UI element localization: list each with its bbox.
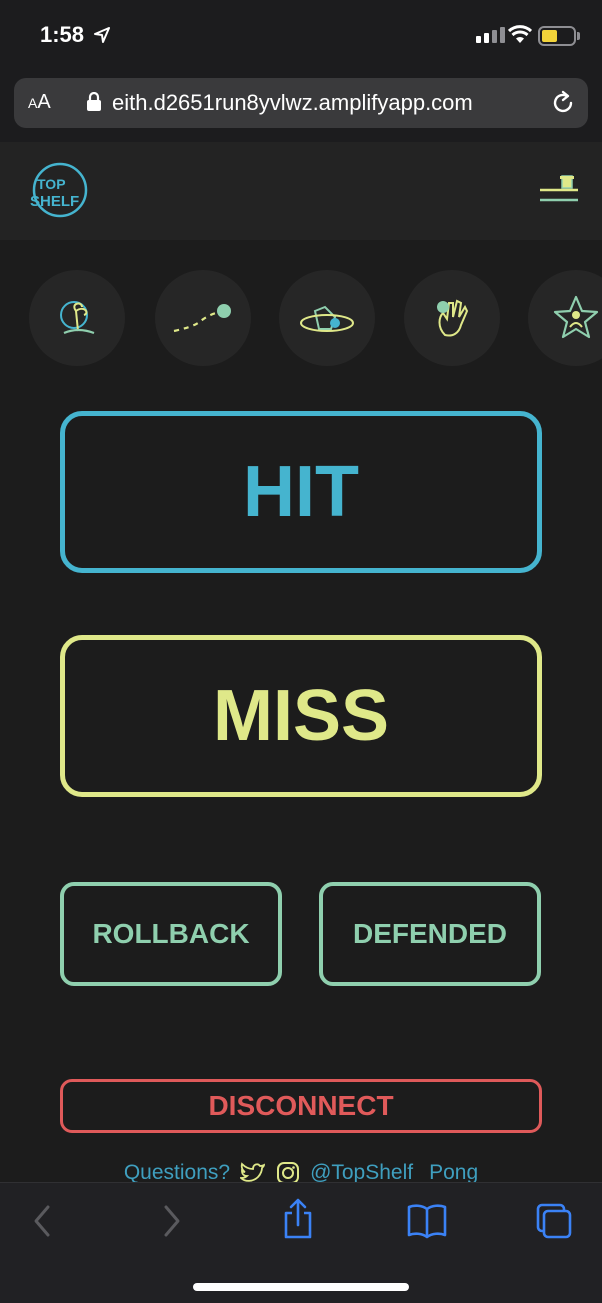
status-time: 1:58: [40, 22, 85, 47]
topshelf-logo[interactable]: TOP SHELF: [28, 160, 88, 220]
island-icon: [60, 301, 95, 335]
lock-icon: [87, 92, 101, 111]
wifi-icon: [508, 25, 532, 43]
bookmarks-icon[interactable]: [406, 1201, 448, 1241]
rollback-button[interactable]: ROLLBACK: [60, 882, 282, 986]
forward-chevron-icon[interactable]: [160, 1201, 184, 1241]
hand-mode-button[interactable]: [404, 270, 500, 366]
star-person-icon: [553, 295, 599, 339]
home-indicator[interactable]: [193, 1283, 409, 1291]
twitter-icon[interactable]: [240, 1162, 266, 1184]
tabs-icon[interactable]: [534, 1201, 574, 1241]
address-bar[interactable]: AA eith.d2651run8yvlwz.amplifyapp.com: [14, 78, 588, 128]
island-mode-button[interactable]: [29, 270, 125, 366]
ball-bounce-icon: [173, 304, 231, 333]
location-arrow-icon: [94, 27, 110, 43]
defended-button[interactable]: DEFENDED: [319, 882, 541, 986]
mode-selector: [0, 270, 602, 370]
star-mode-button[interactable]: [528, 270, 602, 366]
browser-toolbar: AA eith.d2651run8yvlwz.amplifyapp.com: [0, 72, 602, 142]
url-text[interactable]: eith.d2651run8yvlwz.amplifyapp.com: [112, 90, 542, 116]
text-size-button[interactable]: AA: [28, 91, 51, 114]
status-bar: 1:58: [0, 0, 602, 72]
orbit-mode-button[interactable]: [279, 270, 375, 366]
svg-text:TOP: TOP: [37, 176, 66, 192]
bounce-mode-button[interactable]: [155, 270, 251, 366]
hand-ball-icon: [437, 299, 469, 337]
back-chevron-icon[interactable]: [30, 1201, 54, 1241]
disconnect-button[interactable]: DISCONNECT: [60, 1079, 542, 1133]
reload-icon[interactable]: [550, 90, 576, 116]
cell-signal-icon: [476, 27, 505, 43]
ball-orbit-icon: [300, 305, 354, 332]
miss-button[interactable]: MISS: [60, 635, 542, 797]
battery-icon: [538, 26, 576, 46]
hit-button[interactable]: HIT: [60, 411, 542, 573]
app-header: TOP SHELF: [0, 142, 602, 240]
share-icon[interactable]: [280, 1197, 316, 1241]
svg-text:SHELF: SHELF: [30, 193, 79, 210]
menu-icon[interactable]: [538, 174, 580, 206]
